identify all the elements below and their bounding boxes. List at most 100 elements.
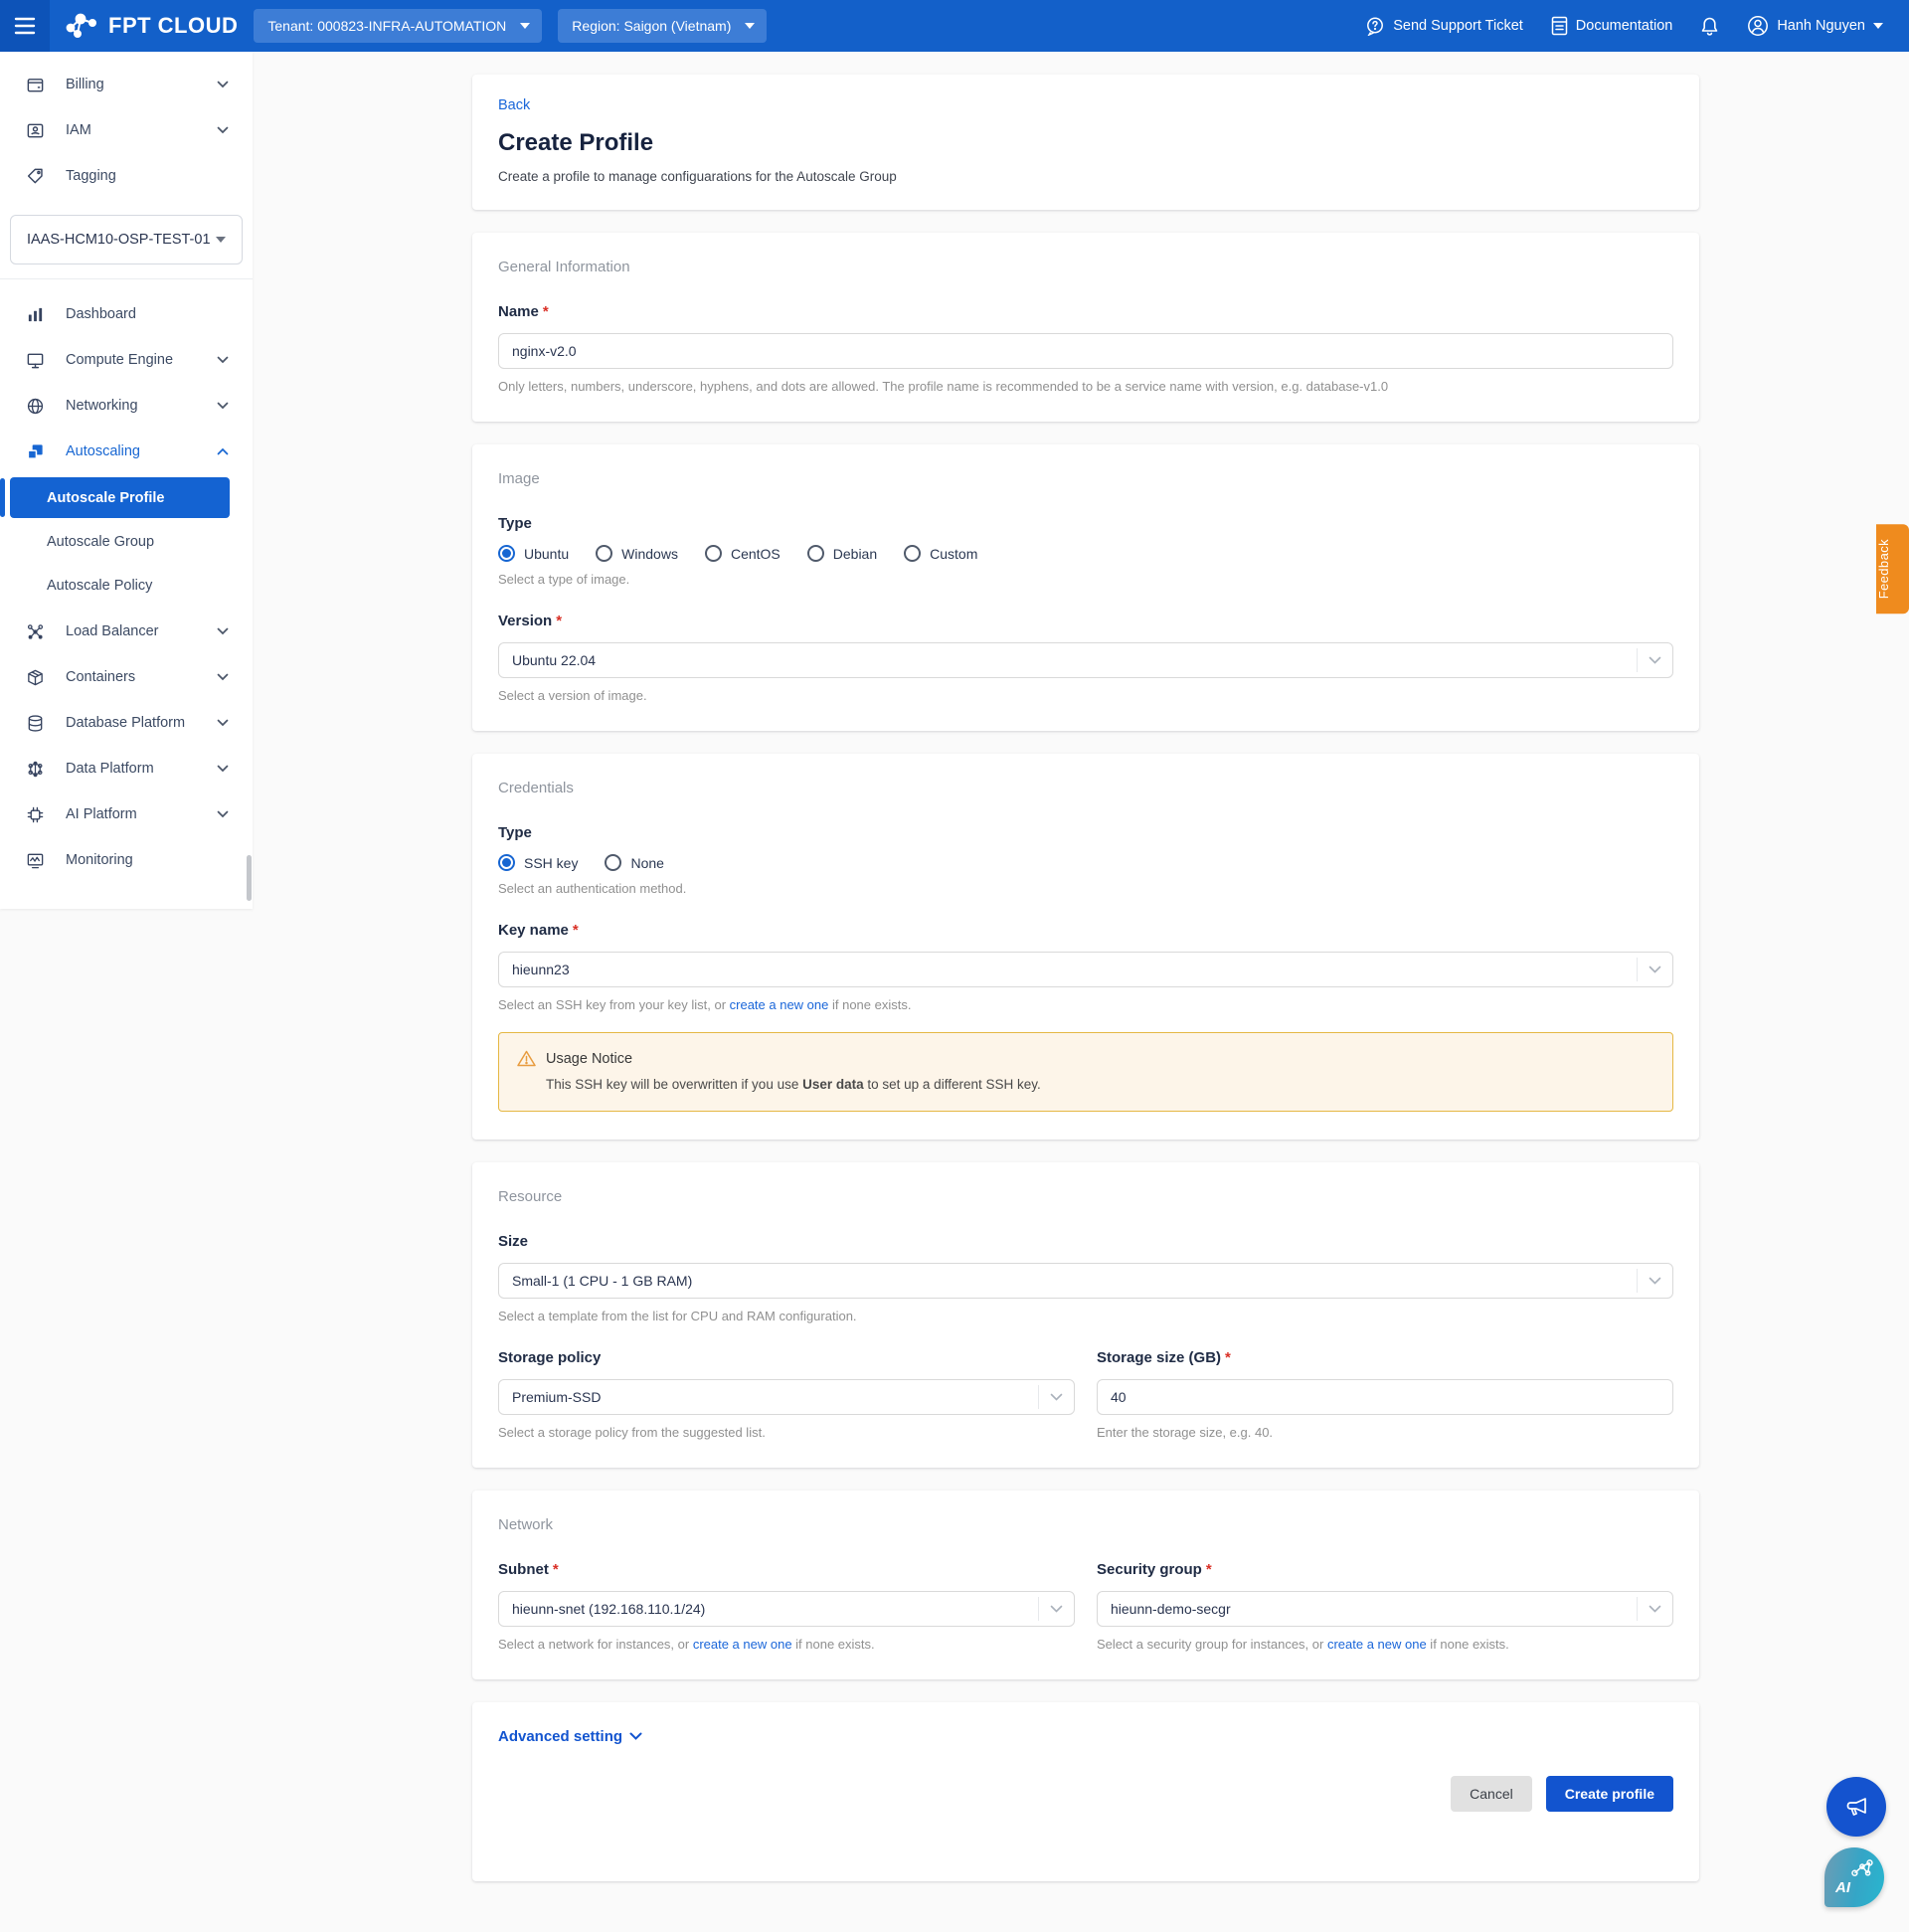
create-new-secgroup-link[interactable]: create a new one: [1327, 1637, 1427, 1652]
create-new-subnet-link[interactable]: create a new one: [693, 1637, 792, 1652]
menu-toggle-button[interactable]: [0, 0, 50, 52]
tenant-selector[interactable]: Tenant: 000823-INFRA-AUTOMATION: [254, 9, 543, 43]
sidebar-item-data-platform[interactable]: Data Platform: [0, 746, 253, 791]
size-label: Size: [498, 1233, 529, 1250]
required-asterisk: *: [1205, 1561, 1212, 1578]
chevron-down-icon: [1038, 1597, 1074, 1621]
autoscaling-icon: [25, 441, 45, 461]
radio-ssh-key[interactable]: SSH key: [498, 854, 578, 871]
sidebar-item-label: Autoscaling: [66, 443, 140, 459]
key-name-value: hieunn23: [512, 962, 570, 977]
sidebar-scrollbar[interactable]: [247, 855, 252, 901]
project-name: IAAS-HCM10-OSP-TEST-01: [27, 232, 211, 248]
bell-icon: [1702, 17, 1718, 36]
region-selector[interactable]: Region: Saigon (Vietnam): [558, 9, 768, 43]
chevron-down-icon: [1637, 1269, 1672, 1293]
subnet-value: hieunn-snet (192.168.110.1/24): [512, 1601, 706, 1617]
project-selector[interactable]: IAAS-HCM10-OSP-TEST-01: [10, 215, 243, 264]
credentials-type-label: Type: [498, 824, 532, 841]
usage-notice-body: This SSH key will be overwritten if you …: [546, 1077, 1041, 1092]
create-new-key-link[interactable]: create a new one: [730, 997, 829, 1012]
required-asterisk: *: [1225, 1349, 1231, 1366]
version-label: Version *: [498, 613, 563, 629]
page-header-card: Back Create Profile Create a profile to …: [472, 75, 1699, 210]
size-select[interactable]: Small-1 (1 CPU - 1 GB RAM): [498, 1263, 1673, 1299]
storage-policy-helper: Select a storage policy from the suggest…: [498, 1425, 766, 1440]
name-input[interactable]: [498, 333, 1673, 369]
send-support-ticket-button[interactable]: Send Support Ticket: [1365, 16, 1523, 36]
sidebar-subitem-label: Autoscale Profile: [47, 489, 165, 506]
load-balancer-icon: [25, 621, 45, 641]
sidebar-item-ai-platform[interactable]: AI Platform: [0, 791, 253, 837]
page-subtitle: Create a profile to manage configuaratio…: [498, 169, 897, 184]
sidebar-item-containers[interactable]: Containers: [0, 654, 253, 700]
key-name-select[interactable]: hieunn23: [498, 952, 1673, 987]
back-link[interactable]: Back: [498, 97, 530, 113]
version-helper: Select a version of image.: [498, 688, 647, 703]
sidebar-item-monitoring[interactable]: Monitoring: [0, 837, 253, 883]
security-group-field: Security group * hieunn-demo-secgr Select…: [1097, 1561, 1673, 1652]
network-card: Network Subnet * hieunn-snet (192.168.110…: [472, 1491, 1699, 1679]
billing-icon: [25, 75, 45, 94]
sidebar-item-tagging[interactable]: Tagging: [0, 153, 253, 199]
image-type-label: Type: [498, 515, 532, 532]
subnet-select[interactable]: hieunn-snet (192.168.110.1/24): [498, 1591, 1075, 1627]
sidebar-item-autoscaling[interactable]: Autoscaling: [0, 429, 253, 474]
sidebar-item-label: Containers: [66, 669, 136, 685]
announcements-button[interactable]: [1826, 1777, 1886, 1837]
radio-icon: [904, 545, 922, 562]
sidebar-subitem-autoscale-policy[interactable]: Autoscale Policy: [10, 565, 230, 606]
sidebar-item-dashboard[interactable]: Dashboard: [0, 291, 253, 337]
storage-policy-value: Premium-SSD: [512, 1389, 602, 1405]
ai-assistant-button[interactable]: AI: [1824, 1847, 1884, 1907]
storage-size-input[interactable]: [1097, 1379, 1673, 1415]
security-group-select[interactable]: hieunn-demo-secgr: [1097, 1591, 1673, 1627]
radio-windows[interactable]: Windows: [596, 545, 678, 562]
fpt-cloud-logo[interactable]: FPT CLOUD: [64, 11, 238, 41]
radio-ubuntu[interactable]: Ubuntu: [498, 545, 569, 562]
chevron-down-icon: [1637, 1597, 1672, 1621]
radio-debian[interactable]: Debian: [806, 545, 877, 562]
feedback-tab[interactable]: Feedback: [1876, 524, 1909, 615]
sidebar-item-label: IAM: [66, 122, 91, 138]
radio-custom[interactable]: Custom: [904, 545, 977, 562]
sidebar-item-label: Billing: [66, 77, 104, 92]
security-group-value: hieunn-demo-secgr: [1111, 1601, 1231, 1617]
advanced-setting-toggle[interactable]: Advanced setting: [498, 1728, 642, 1745]
cancel-button[interactable]: Cancel: [1451, 1776, 1532, 1812]
user-avatar-icon: [1748, 16, 1769, 36]
sidebar-item-iam[interactable]: IAM: [0, 107, 253, 153]
image-type-radio-group: Ubuntu Windows CentOS Debian Custom: [498, 545, 1673, 562]
sidebar-subitem-autoscale-profile[interactable]: Autoscale Profile: [0, 477, 230, 518]
sidebar-item-billing[interactable]: Billing: [0, 62, 253, 107]
version-select[interactable]: Ubuntu 22.04: [498, 642, 1673, 678]
sidebar-item-compute-engine[interactable]: Compute Engine: [0, 337, 253, 383]
size-value: Small-1 (1 CPU - 1 GB RAM): [512, 1273, 693, 1289]
section-title: Credentials: [498, 780, 574, 796]
container-box-icon: [25, 667, 45, 687]
sidebar-item-label: Database Platform: [66, 715, 186, 731]
user-name: Hanh Nguyen: [1777, 18, 1865, 34]
radio-icon: [596, 545, 613, 562]
radio-none[interactable]: None: [605, 854, 664, 871]
user-menu[interactable]: Hanh Nguyen: [1747, 15, 1883, 37]
create-profile-button[interactable]: Create profile: [1545, 1776, 1673, 1812]
chevron-down-icon: [745, 23, 756, 29]
create-profile-form: Back Create Profile Create a profile to …: [472, 75, 1699, 1881]
chevron-down-icon: [217, 356, 229, 364]
sidebar-item-label: Load Balancer: [66, 623, 159, 639]
sidebar-item-networking[interactable]: Networking: [0, 383, 253, 429]
documentation-button[interactable]: Documentation: [1551, 16, 1672, 36]
sidebar-item-database-platform[interactable]: Database Platform: [0, 700, 253, 746]
chevron-down-icon: [217, 627, 229, 635]
subnet-helper: Select a network for instances, or creat…: [498, 1637, 875, 1652]
sidebar-item-label: Tagging: [66, 168, 116, 184]
sidebar-subitem-autoscale-group[interactable]: Autoscale Group: [10, 521, 230, 562]
radio-centos[interactable]: CentOS: [704, 545, 781, 562]
sidebar-item-label: Dashboard: [66, 306, 136, 322]
section-title: Resource: [498, 1188, 563, 1205]
sidebar-item-load-balancer[interactable]: Load Balancer: [0, 609, 253, 654]
storage-policy-select[interactable]: Premium-SSD: [498, 1379, 1075, 1415]
notifications-button[interactable]: [1700, 16, 1719, 37]
version-value: Ubuntu 22.04: [512, 652, 597, 668]
